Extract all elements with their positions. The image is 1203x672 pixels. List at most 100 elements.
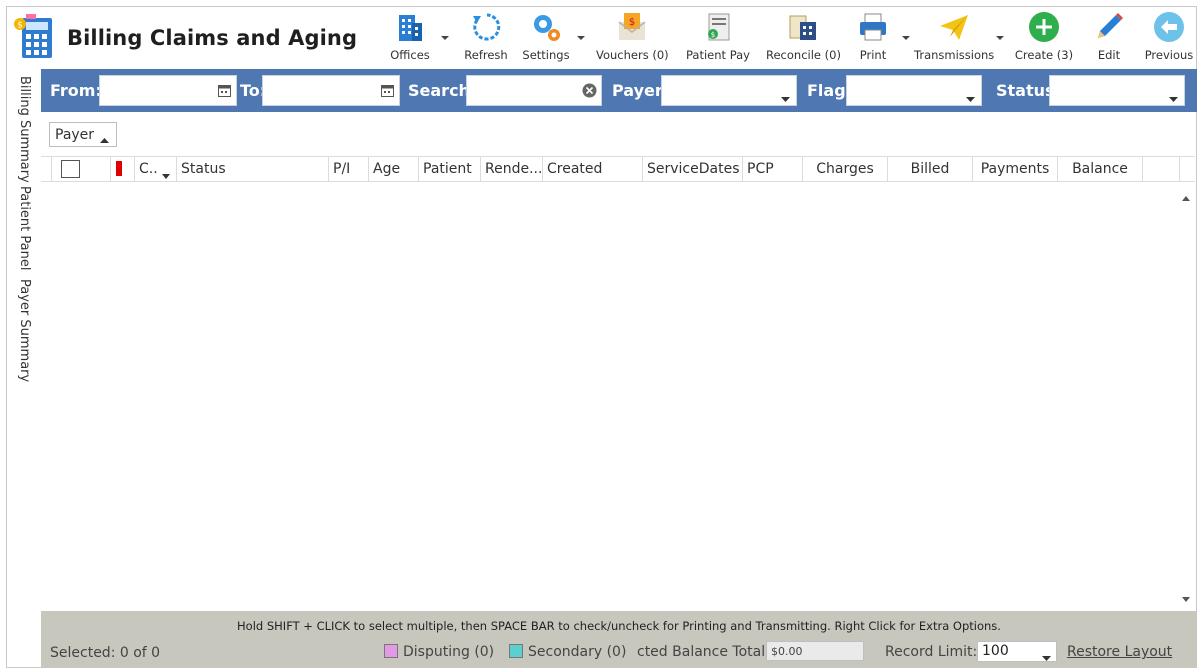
printer-icon <box>856 10 890 44</box>
record-limit-label: Record Limit: <box>885 644 978 660</box>
chevron-down-icon <box>966 88 975 107</box>
reconcile-calculator-icon <box>786 10 820 44</box>
column-header-servicedates[interactable]: ServiceDates <box>643 157 743 181</box>
calendar-icon[interactable] <box>217 83 232 98</box>
edit-button[interactable]: Edit <box>1086 8 1132 66</box>
tab-patient-panel[interactable]: Patient Panel <box>10 186 32 270</box>
column-header-pcp[interactable]: PCP <box>743 157 803 181</box>
column-header-balance[interactable]: Balance <box>1058 157 1143 181</box>
selection-hint: Hold SHIFT + CLICK to select multiple, t… <box>237 619 1001 633</box>
patient-pay-label: Patient Pay <box>686 48 750 62</box>
paper-plane-icon <box>937 10 971 44</box>
settings-button[interactable]: Settings <box>520 8 572 66</box>
back-arrow-circle-icon <box>1152 10 1186 44</box>
column-header-patient[interactable]: Patient <box>419 157 481 181</box>
filter-bar: From: To: Search: Payer: Flag: Status: <box>41 69 1197 112</box>
tab-payer-summary[interactable]: Payer Summary <box>10 279 32 382</box>
plus-circle-icon <box>1027 10 1061 44</box>
payer-select[interactable] <box>661 75 797 106</box>
settings-dropdown-caret[interactable] <box>576 34 586 42</box>
flag-select[interactable] <box>846 75 982 106</box>
reconcile-label: Reconcile (0) <box>766 48 841 62</box>
to-date-field[interactable] <box>262 75 400 106</box>
svg-text:$: $ <box>17 21 23 31</box>
search-input[interactable] <box>466 75 602 106</box>
column-header-rendering[interactable]: Rende... <box>481 157 543 181</box>
svg-text:$: $ <box>629 17 635 28</box>
refresh-icon <box>469 10 503 44</box>
column-header-pi[interactable]: P/I <box>329 157 369 181</box>
offices-dropdown-caret[interactable] <box>440 34 450 42</box>
print-label: Print <box>859 48 887 62</box>
group-by-payer-chip[interactable]: Payer <box>49 122 117 147</box>
column-header-charges[interactable]: Charges <box>803 157 888 181</box>
chevron-down-icon <box>1042 650 1051 666</box>
status-select[interactable] <box>1049 75 1185 106</box>
column-header-extra <box>1143 157 1180 181</box>
print-button[interactable]: Print <box>848 8 898 66</box>
patient-pay-button[interactable]: $ Patient Pay <box>684 8 752 66</box>
column-filter-caret-icon[interactable] <box>162 167 170 181</box>
voucher-envelope-icon: $ <box>615 10 649 44</box>
claims-grid-body[interactable] <box>41 182 1195 610</box>
refresh-button[interactable]: Refresh <box>460 8 512 66</box>
svg-text:$: $ <box>711 31 715 39</box>
column-header-age[interactable]: Age <box>369 157 419 181</box>
sort-up-icon[interactable] <box>100 132 109 148</box>
edit-label: Edit <box>1097 48 1121 62</box>
create-button[interactable]: Create (3) <box>1012 8 1076 66</box>
patient-pay-icon: $ <box>701 10 735 44</box>
building-icon <box>393 10 427 44</box>
previous-button[interactable]: Previous <box>1142 8 1196 66</box>
refresh-label: Refresh <box>464 48 508 62</box>
column-spacer <box>41 157 52 181</box>
column-select-all <box>52 157 111 181</box>
grid-vertical-scrollbar[interactable] <box>1178 182 1195 610</box>
column-header-c[interactable]: C.. <box>135 157 177 181</box>
scroll-up-arrow-icon[interactable] <box>1182 186 1190 205</box>
tab-billing-summary[interactable]: Billing Summary <box>10 76 32 183</box>
secondary-swatch <box>509 644 523 658</box>
column-flag[interactable] <box>111 157 135 181</box>
clear-search-icon[interactable] <box>582 83 597 98</box>
column-header-billed[interactable]: Billed <box>888 157 973 181</box>
column-header-created[interactable]: Created <box>543 157 643 181</box>
record-limit-select[interactable]: 100 <box>977 641 1057 662</box>
grid-header: C.. Status P/I Age Patient Rende... Crea… <box>41 156 1195 182</box>
print-dropdown-caret[interactable] <box>901 34 911 42</box>
transmissions-label: Transmissions <box>914 48 995 62</box>
create-label: Create (3) <box>1014 48 1074 62</box>
transmissions-dropdown-caret[interactable] <box>995 34 1005 42</box>
balance-total-label: cted Balance Total: <box>637 644 770 660</box>
offices-button[interactable]: Offices <box>384 8 436 66</box>
calendar-icon[interactable] <box>380 83 395 98</box>
gears-icon <box>529 10 563 44</box>
chevron-down-icon <box>1169 88 1178 107</box>
from-date-field[interactable] <box>99 75 237 106</box>
column-header-payments[interactable]: Payments <box>973 157 1058 181</box>
status-footer: Hold SHIFT + CLICK to select multiple, t… <box>41 611 1197 668</box>
secondary-count: Secondary (0) <box>528 644 627 660</box>
pencil-icon <box>1092 10 1126 44</box>
reconcile-button[interactable]: Reconcile (0) <box>766 8 841 66</box>
vouchers-label: Vouchers (0) <box>596 48 669 62</box>
previous-label: Previous <box>1144 48 1194 62</box>
page-title: Billing Claims and Aging <box>67 26 358 50</box>
offices-label: Offices <box>390 48 430 62</box>
flag-marker-icon <box>116 161 122 176</box>
vouchers-button[interactable]: $ Vouchers (0) <box>596 8 669 66</box>
settings-label: Settings <box>522 48 570 62</box>
chevron-down-icon <box>781 88 790 107</box>
from-label: From: <box>50 81 102 100</box>
disputing-count: Disputing (0) <box>403 644 495 660</box>
balance-total-field: $0.00 <box>766 641 864 661</box>
scroll-down-arrow-icon[interactable] <box>1182 587 1190 606</box>
select-all-checkbox[interactable] <box>61 160 80 178</box>
selected-count: Selected: 0 of 0 <box>50 645 161 661</box>
restore-layout-link[interactable]: Restore Layout <box>1067 644 1172 660</box>
column-header-status[interactable]: Status <box>177 157 329 181</box>
transmissions-button[interactable]: Transmissions <box>914 8 994 66</box>
disputing-swatch <box>384 644 398 658</box>
group-by-label: Payer <box>55 127 95 143</box>
billing-calculator-icon: $ <box>12 12 62 62</box>
